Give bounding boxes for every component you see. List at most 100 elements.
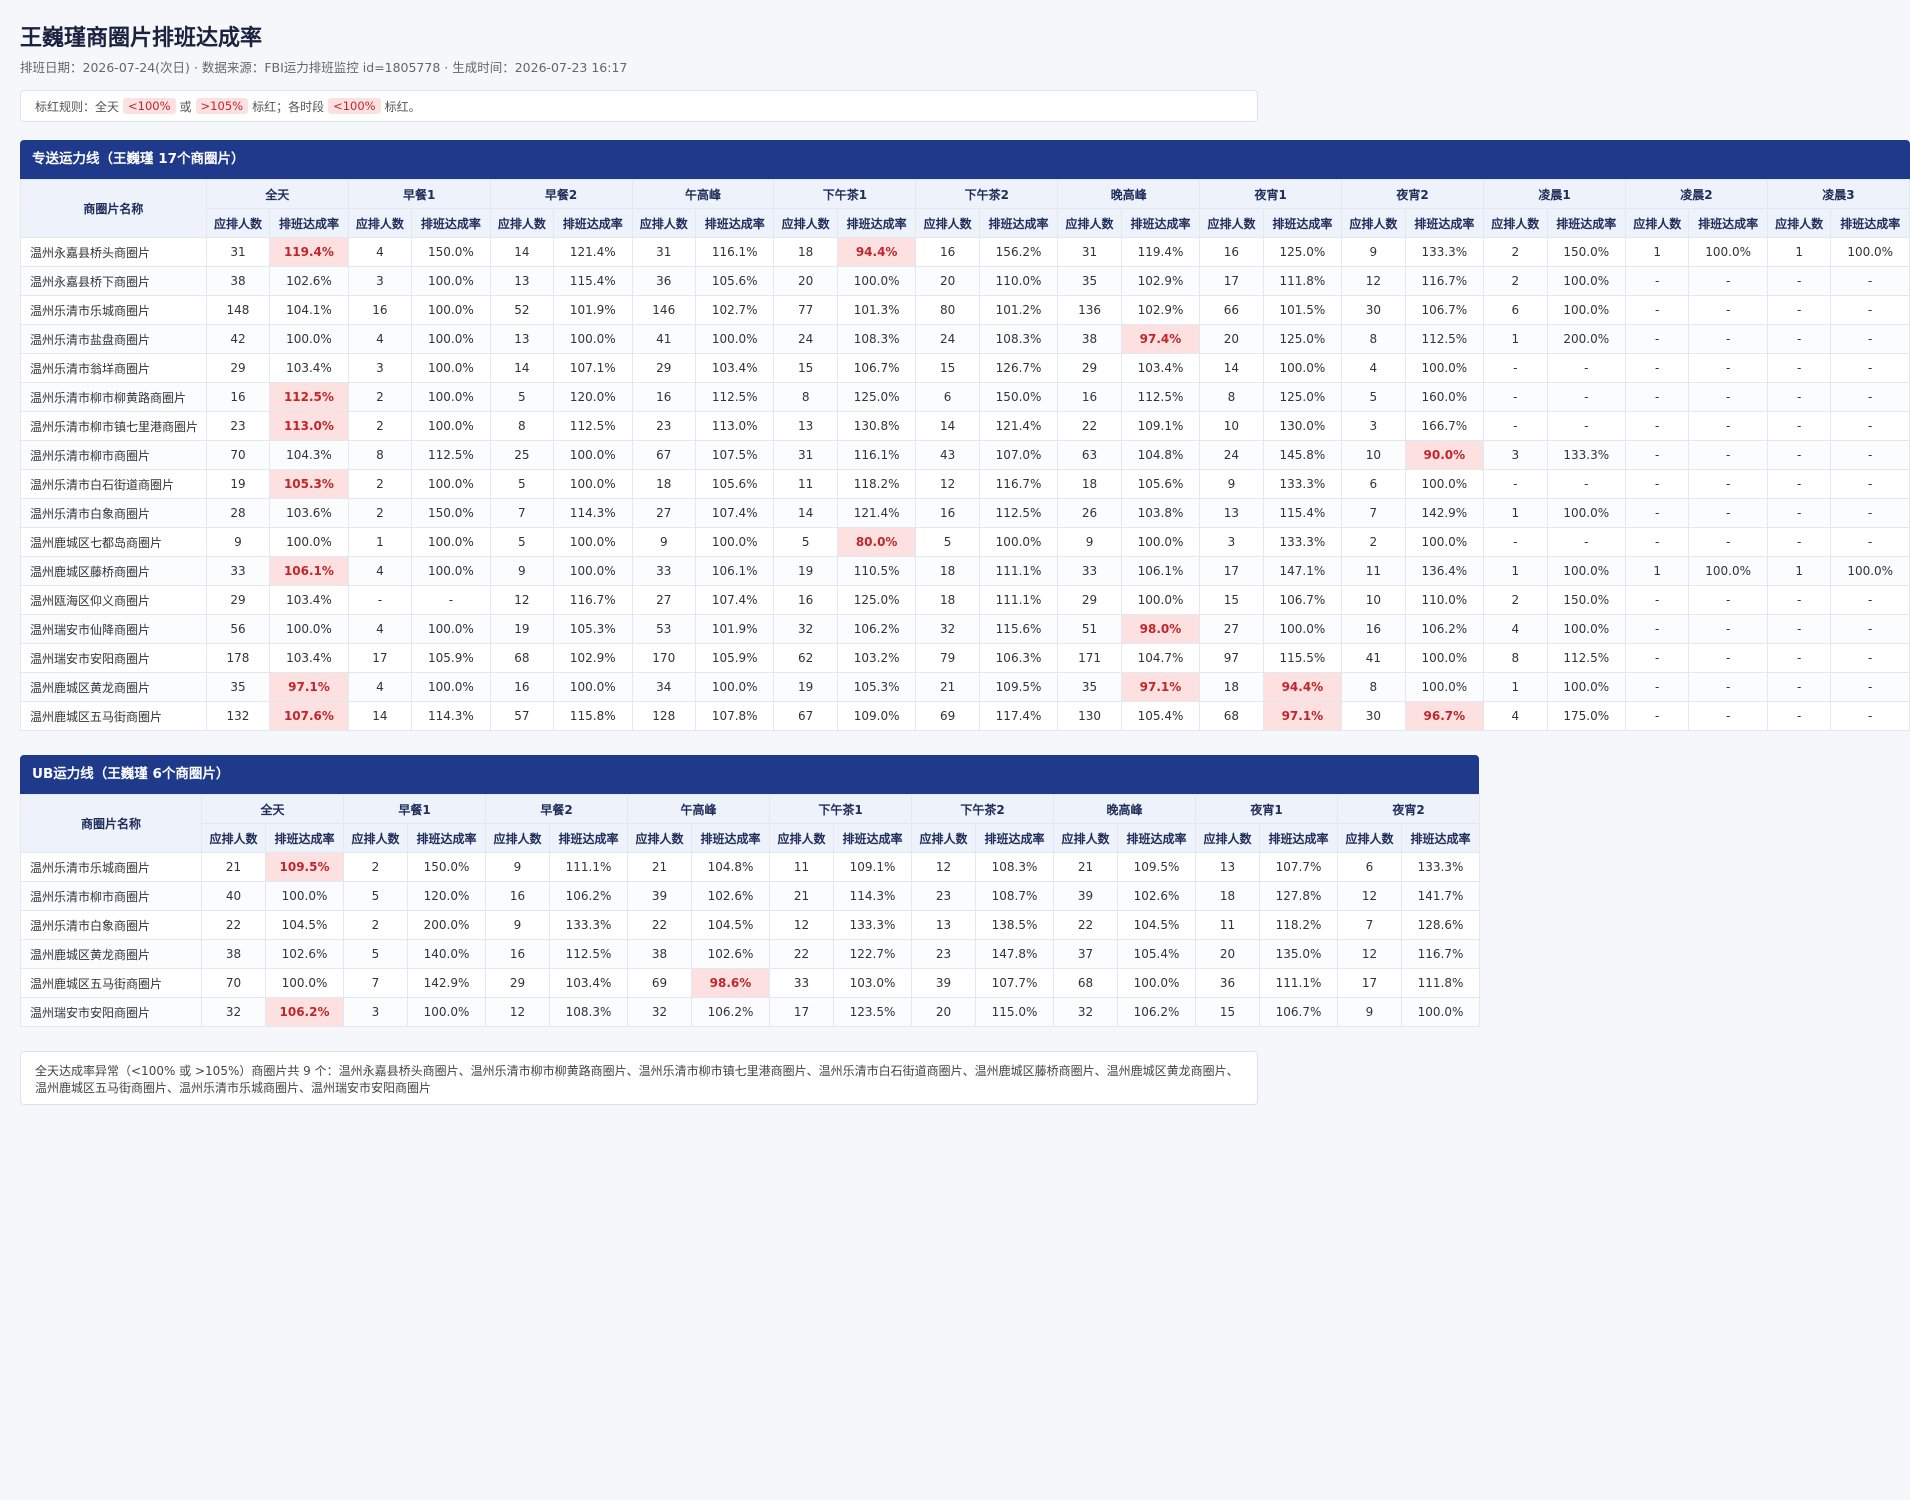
planned-count-cell: 9 [205, 527, 271, 557]
achievement-rate-cell: 105.6% [1120, 469, 1201, 499]
achievement-rate-cell: 100.0% [407, 997, 486, 1027]
planned-count-cell: 17 [1337, 968, 1402, 998]
table-row: 温州乐清市柳市商圈片 70 104.3% 8 112.5% 25 100.0% 67 107.5… [20, 440, 1910, 470]
planned-count-cell: - [1483, 382, 1548, 412]
achievement-rate-cell: - [1830, 585, 1910, 615]
planned-count-cell: 20 [1195, 939, 1260, 969]
planned-count-cell: 35 [1057, 266, 1122, 296]
achievement-rate-cell: 100.0% [978, 527, 1059, 557]
period-header: 晚高峰 [1053, 794, 1196, 824]
zone-name: 温州乐清市白象商圈片 [20, 910, 202, 940]
achievement-rate-cell: 133.3% [1262, 469, 1343, 499]
planned-count-cell: 21 [1053, 852, 1118, 882]
planned-count-cell: 35 [1057, 672, 1122, 702]
planned-count-cell: 4 [347, 324, 413, 354]
planned-count-cell: 1 [1483, 672, 1548, 702]
planned-count-cell: 69 [915, 701, 980, 731]
planned-count-cell: 30 [1341, 295, 1406, 325]
achievement-rate-cell: 100.0% [1546, 672, 1626, 702]
achievement-rate-cell: 128.6% [1401, 910, 1480, 940]
planned-count-cell: 14 [773, 498, 838, 528]
planned-count-cell: 16 [1199, 237, 1264, 267]
achievement-rate-cell: 104.8% [691, 852, 770, 882]
achievement-rate-cell: 133.3% [1262, 527, 1343, 557]
planned-count-cell: 57 [489, 701, 555, 731]
planned-count-cell: 29 [205, 585, 271, 615]
planned-count-cell: 23 [205, 411, 271, 441]
subheader-achievement-rate: 排班达成率 [975, 823, 1054, 853]
planned-count-cell: - [1624, 585, 1690, 615]
achievement-rate-cell: 103.4% [269, 643, 349, 673]
planned-count-cell: 34 [631, 672, 697, 702]
planned-count-cell: - [1766, 701, 1832, 731]
period-header: 晚高峰 [1057, 179, 1201, 209]
achievement-rate-cell: - [1688, 527, 1768, 557]
achievement-rate-cell: - [1688, 643, 1768, 673]
planned-count-cell: 37 [1053, 939, 1118, 969]
achievement-rate-cell: 102.6% [691, 881, 770, 911]
planned-count-cell: 51 [1057, 614, 1122, 644]
achievement-rate-cell: 100.0% [1262, 353, 1343, 383]
planned-count-cell: - [1624, 672, 1690, 702]
planned-count-cell: - [1624, 295, 1690, 325]
achievement-rate-cell: 118.2% [1259, 910, 1338, 940]
achievement-rate-cell: 119.4% [1120, 237, 1201, 267]
period-header: 早餐2 [489, 179, 633, 209]
planned-count-cell: 38 [627, 939, 692, 969]
achievement-rate-cell: 116.7% [553, 585, 633, 615]
subheader-achievement-rate: 排班达成率 [1830, 208, 1910, 238]
achievement-rate-cell: 135.0% [1259, 939, 1338, 969]
planned-count-cell: 29 [1057, 353, 1122, 383]
achievement-rate-cell: 116.7% [1404, 266, 1485, 296]
subheader-planned-count: 应排人数 [1195, 823, 1260, 853]
planned-count-cell: - [1766, 498, 1832, 528]
planned-count-cell: - [1766, 469, 1832, 499]
table-row: 温州乐清市柳市镇七里港商圈片 23 113.0% 2 100.0% 8 112.5% 23 11… [20, 411, 1910, 441]
planned-count-cell: 53 [631, 614, 697, 644]
planned-count-cell: 2 [347, 411, 413, 441]
achievement-rate-cell: 121.4% [978, 411, 1059, 441]
planned-count-cell: 42 [205, 324, 271, 354]
achievement-rate-cell: 110.0% [1404, 585, 1485, 615]
subheader-achievement-rate: 排班达成率 [411, 208, 491, 238]
achievement-rate-cell: 103.4% [269, 585, 349, 615]
achievement-rate-cell: 115.5% [1262, 643, 1343, 673]
planned-count-cell: 16 [631, 382, 697, 412]
subheader-achievement-rate: 排班达成率 [407, 823, 486, 853]
achievement-rate-cell: 101.5% [1262, 295, 1343, 325]
achievement-rate-cell: 100.0% [1120, 585, 1201, 615]
achievement-rate-cell: 100.0% [553, 527, 633, 557]
planned-count-cell: 9 [489, 556, 555, 586]
achievement-rate-cell: 100.0% [836, 266, 917, 296]
planned-count-cell: 62 [773, 643, 838, 673]
achievement-rate-cell: 107.8% [695, 701, 775, 731]
achievement-rate-cell: - [1688, 295, 1768, 325]
achievement-rate-cell: 106.7% [1404, 295, 1485, 325]
achievement-rate-cell: 112.5% [553, 411, 633, 441]
planned-count-cell: 14 [915, 411, 980, 441]
achievement-rate-cell: 166.7% [1404, 411, 1485, 441]
planned-count-cell: 1 [1483, 498, 1548, 528]
table-row: 温州瑞安市仙降商圈片 56 100.0% 4 100.0% 19 105.3% 53 101.9… [20, 614, 1910, 644]
achievement-rate-cell: 107.6% [269, 701, 349, 731]
achievement-rate-cell: 102.6% [691, 939, 770, 969]
achievement-rate-cell: 97.1% [269, 672, 349, 702]
achievement-rate-cell: 145.8% [1262, 440, 1343, 470]
subheader-planned-count: 应排人数 [347, 208, 413, 238]
planned-count-cell: 10 [1341, 585, 1406, 615]
planned-count-cell: 12 [911, 852, 976, 882]
achievement-rate-cell: 100.0% [1546, 498, 1626, 528]
planned-count-cell: 20 [915, 266, 980, 296]
planned-count-cell: 9 [1199, 469, 1264, 499]
achievement-rate-cell: 156.2% [978, 237, 1059, 267]
achievement-rate-cell: 106.1% [695, 556, 775, 586]
planned-count-cell: 36 [1195, 968, 1260, 998]
achievement-rate-cell: 112.5% [978, 498, 1059, 528]
planned-count-cell: 2 [347, 469, 413, 499]
table-row: 温州鹿城区藤桥商圈片 33 106.1% 4 100.0% 9 100.0% 33 106.1%… [20, 556, 1910, 586]
achievement-rate-cell: 102.6% [1117, 881, 1196, 911]
achievement-rate-cell: 126.7% [978, 353, 1059, 383]
achievement-rate-cell: 125.0% [1262, 237, 1343, 267]
achievement-rate-cell: - [1830, 411, 1910, 441]
achievement-rate-cell: 100.0% [269, 324, 349, 354]
